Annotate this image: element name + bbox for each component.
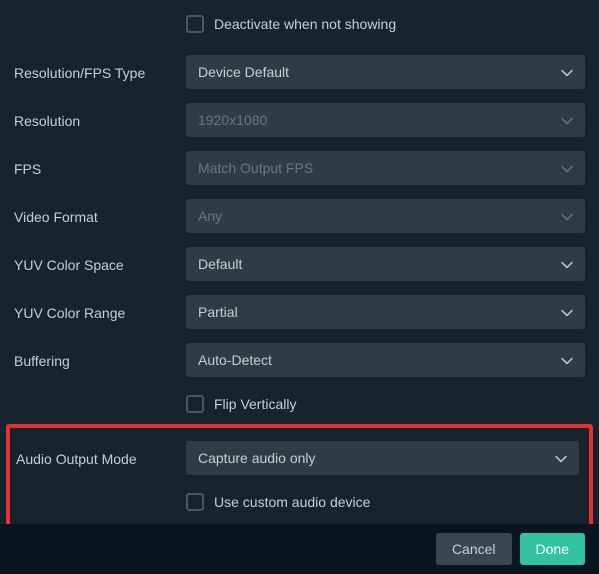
row-buffering: Buffering Auto-Detect [14, 336, 585, 384]
checkbox-flip-wrap[interactable]: Flip Vertically [186, 395, 296, 413]
label-audio-output-mode: Audio Output Mode [16, 449, 176, 467]
done-button[interactable]: Done [520, 533, 585, 565]
control-buffering: Auto-Detect [186, 343, 585, 377]
row-resolution-fps-type: Resolution/FPS Type Device Default [14, 48, 585, 96]
select-video-format-value: Any [198, 208, 222, 224]
chevron-down-icon [561, 112, 573, 128]
control-custom-audio: Use custom audio device [186, 493, 579, 511]
select-resolution-value: 1920x1080 [198, 112, 267, 128]
cancel-button[interactable]: Cancel [436, 533, 512, 565]
control-video-format: Any [186, 199, 585, 233]
checkbox-custom-audio-wrap[interactable]: Use custom audio device [186, 493, 370, 511]
row-custom-audio: Use custom audio device [16, 482, 579, 522]
select-resolution-fps-type-value: Device Default [198, 64, 289, 80]
dialog-footer: Cancel Done [0, 524, 599, 574]
chevron-down-icon [555, 450, 567, 466]
row-yuv-color-space: YUV Color Space Default [14, 240, 585, 288]
select-resolution-fps-type[interactable]: Device Default [186, 55, 585, 89]
checkbox-flip-label: Flip Vertically [214, 396, 296, 412]
empty-label [14, 23, 176, 25]
highlight-audio-section: Audio Output Mode Capture audio only Use… [6, 424, 593, 536]
control-audio-output-mode: Capture audio only [186, 441, 579, 475]
label-resolution: Resolution [14, 111, 176, 129]
control-yuv-color-space: Default [186, 247, 585, 281]
select-resolution[interactable]: 1920x1080 [186, 103, 585, 137]
label-video-format: Video Format [14, 207, 176, 225]
label-resolution-fps-type: Resolution/FPS Type [14, 63, 176, 81]
select-yuv-color-range-value: Partial [198, 304, 238, 320]
checkbox-deactivate-wrap[interactable]: Deactivate when not showing [186, 15, 396, 33]
chevron-down-icon [561, 256, 573, 272]
cancel-button-label: Cancel [452, 541, 496, 557]
select-fps-value: Match Output FPS [198, 160, 313, 176]
select-fps[interactable]: Match Output FPS [186, 151, 585, 185]
label-buffering: Buffering [14, 351, 176, 369]
chevron-down-icon [561, 304, 573, 320]
checkbox-custom-audio[interactable] [186, 493, 204, 511]
select-yuv-color-space-value: Default [198, 256, 242, 272]
select-yuv-color-space[interactable]: Default [186, 247, 585, 281]
checkbox-flip[interactable] [186, 395, 204, 413]
empty-label [16, 501, 176, 503]
chevron-down-icon [561, 64, 573, 80]
label-yuv-color-space: YUV Color Space [14, 255, 176, 273]
control-deactivate: Deactivate when not showing [186, 15, 585, 33]
done-button-label: Done [536, 541, 569, 557]
empty-label [14, 403, 176, 405]
row-video-format: Video Format Any [14, 192, 585, 240]
select-video-format[interactable]: Any [186, 199, 585, 233]
select-buffering-value: Auto-Detect [198, 352, 272, 368]
row-yuv-color-range: YUV Color Range Partial [14, 288, 585, 336]
row-fps: FPS Match Output FPS [14, 144, 585, 192]
chevron-down-icon [561, 160, 573, 176]
row-audio-output-mode: Audio Output Mode Capture audio only [16, 434, 579, 482]
select-audio-output-mode-value: Capture audio only [198, 450, 316, 466]
row-flip-vertically: Flip Vertically [14, 384, 585, 424]
checkbox-custom-audio-label: Use custom audio device [214, 494, 370, 510]
chevron-down-icon [561, 208, 573, 224]
control-flip: Flip Vertically [186, 395, 585, 413]
select-audio-output-mode[interactable]: Capture audio only [186, 441, 579, 475]
control-yuv-color-range: Partial [186, 295, 585, 329]
row-deactivate: Deactivate when not showing [14, 0, 585, 48]
control-fps: Match Output FPS [186, 151, 585, 185]
control-resolution-fps-type: Device Default [186, 55, 585, 89]
label-fps: FPS [14, 159, 176, 177]
row-resolution: Resolution 1920x1080 [14, 96, 585, 144]
settings-form: Deactivate when not showing Resolution/F… [0, 0, 599, 536]
checkbox-deactivate-label: Deactivate when not showing [214, 16, 396, 32]
select-buffering[interactable]: Auto-Detect [186, 343, 585, 377]
chevron-down-icon [561, 352, 573, 368]
label-yuv-color-range: YUV Color Range [14, 303, 176, 321]
select-yuv-color-range[interactable]: Partial [186, 295, 585, 329]
control-resolution: 1920x1080 [186, 103, 585, 137]
checkbox-deactivate[interactable] [186, 15, 204, 33]
